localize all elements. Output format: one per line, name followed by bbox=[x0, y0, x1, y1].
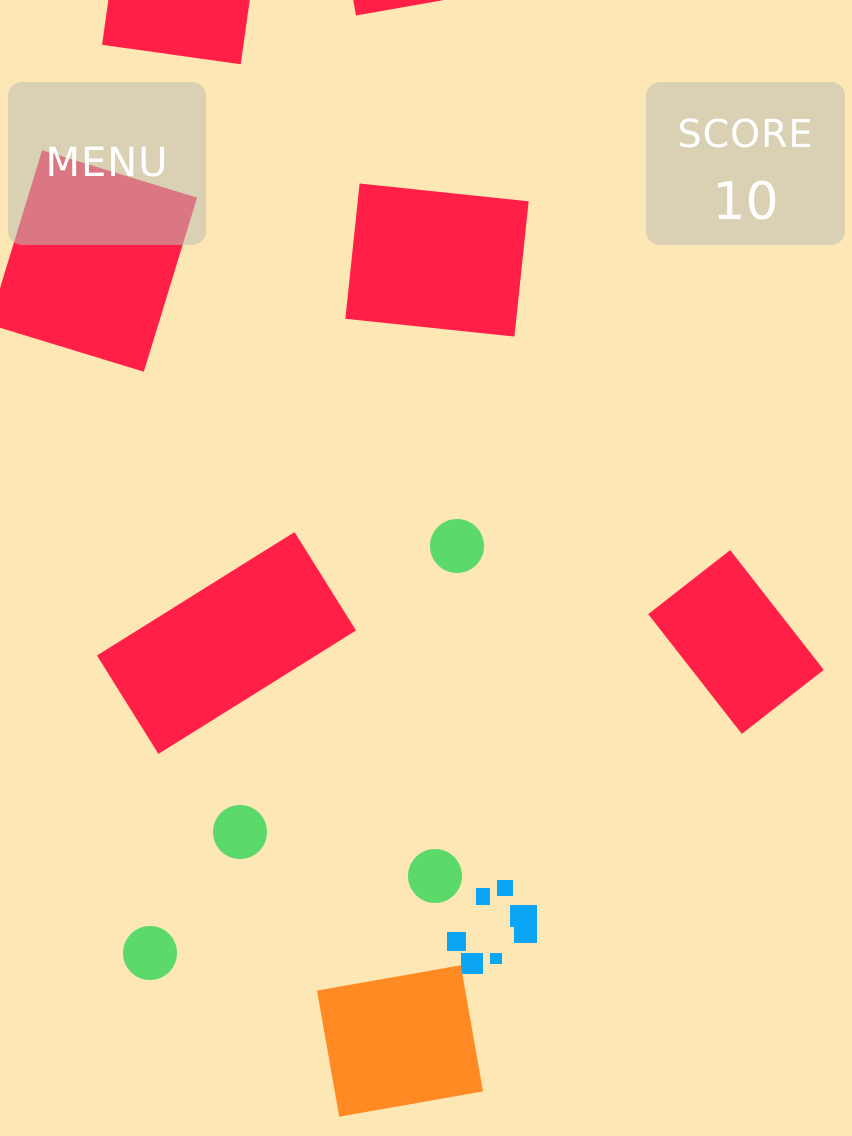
red-block-icon bbox=[648, 550, 824, 734]
score-label: SCORE bbox=[677, 112, 814, 156]
blue-particle-icon bbox=[497, 880, 513, 896]
green-orb-icon bbox=[213, 805, 267, 859]
player-block-icon[interactable] bbox=[316, 965, 484, 1117]
red-block-icon bbox=[345, 183, 529, 337]
green-orb-icon bbox=[408, 849, 462, 903]
menu-button[interactable]: MENU bbox=[8, 82, 206, 245]
blue-particle-icon bbox=[461, 953, 483, 974]
blue-particle-icon bbox=[447, 932, 466, 951]
blue-particle-icon bbox=[514, 922, 537, 943]
score-panel: SCORE 10 bbox=[646, 82, 845, 245]
blue-particle-icon bbox=[476, 888, 490, 905]
menu-button-label: MENU bbox=[45, 140, 169, 186]
green-orb-icon bbox=[430, 519, 484, 573]
red-block-icon bbox=[102, 0, 254, 65]
green-orb-icon bbox=[123, 926, 177, 980]
red-block-icon bbox=[349, 0, 445, 16]
game-canvas[interactable]: MENU SCORE 10 bbox=[0, 0, 852, 1136]
red-block-icon bbox=[96, 532, 357, 754]
score-value: 10 bbox=[712, 172, 779, 232]
blue-particle-icon bbox=[490, 953, 502, 964]
